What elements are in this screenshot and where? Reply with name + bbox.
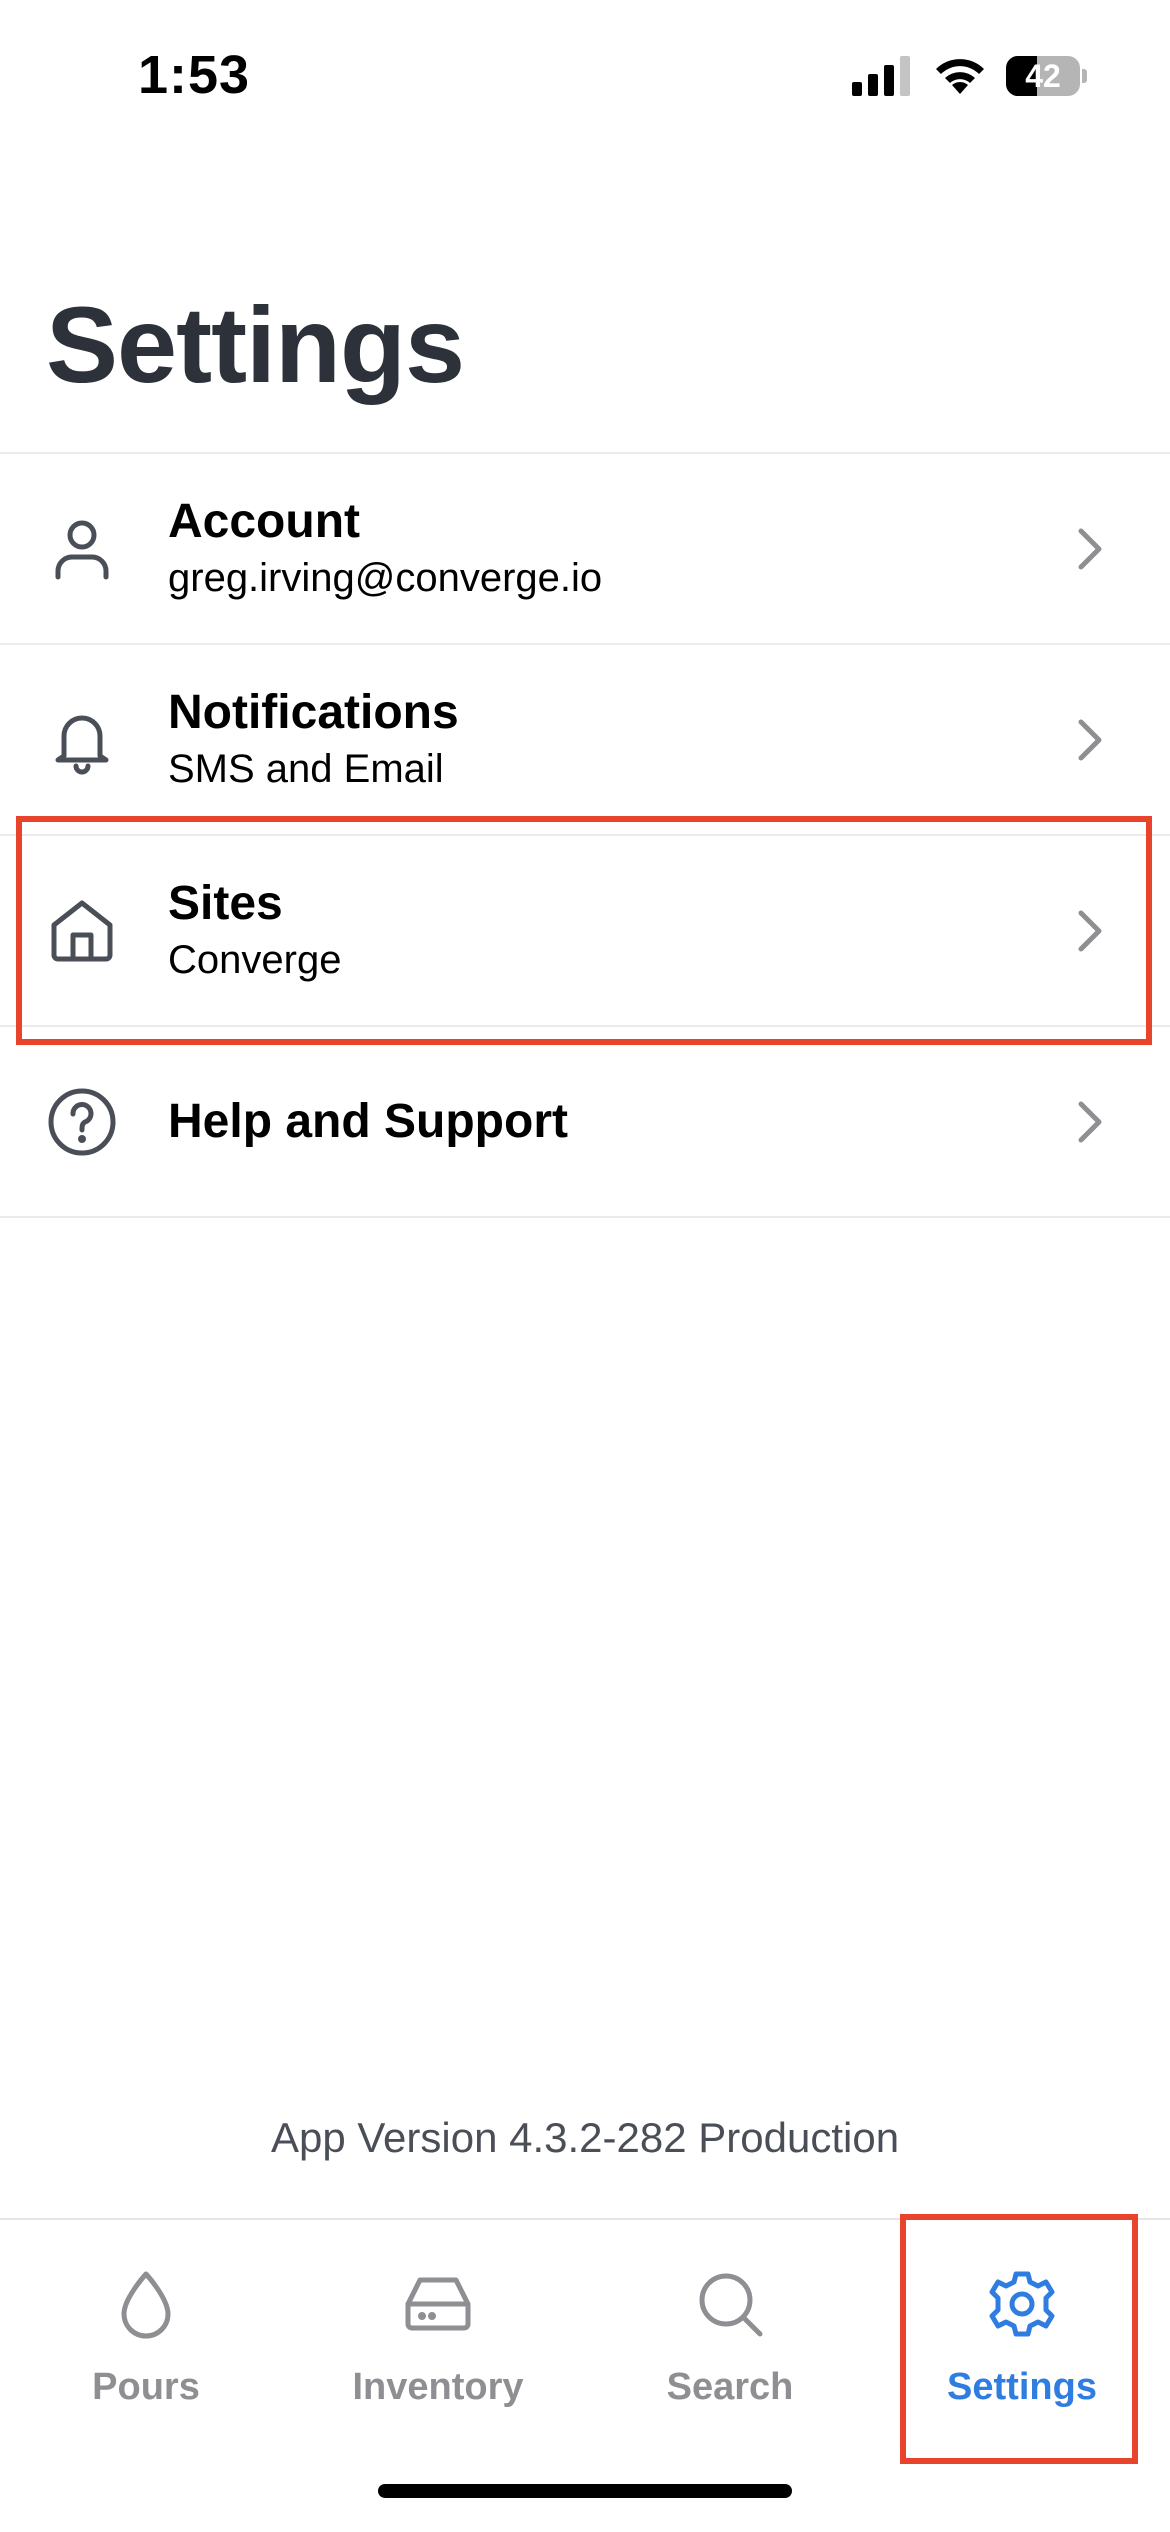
settings-row-notifications[interactable]: Notifications SMS and Email [0,645,1170,836]
chevron-right-icon [1078,1101,1102,1142]
cellular-signal-icon [852,56,910,96]
search-icon [699,2273,763,2337]
home-indicator [378,2484,792,2498]
tab-search-label: Search [666,2366,794,2408]
tab-inventory[interactable]: Inventory [292,2268,584,2409]
wifi-icon [936,59,984,94]
tab-inventory-label: Inventory [352,2366,524,2408]
notifications-title: Notifications [168,685,459,739]
drop-icon [121,2271,171,2339]
battery-icon: 42 [1006,56,1087,96]
account-title: Account [168,494,360,548]
status-time: 1:53 [138,45,251,105]
highlight-box-settings-tab [900,2214,1138,2464]
bell-icon [55,715,109,774]
chevron-right-icon [1078,719,1102,760]
chevron-right-icon [1078,528,1102,569]
settings-row-help[interactable]: Help and Support [0,1027,1170,1218]
tab-pours[interactable]: Pours [0,2268,292,2409]
status-bar: 1:53 42 [0,0,1170,150]
tab-search[interactable]: Search [584,2268,876,2409]
page-title: Settings [46,284,465,405]
battery-level: 42 [1025,58,1061,94]
person-icon [55,520,109,579]
tab-pours-label: Pours [92,2366,200,2408]
help-title: Help and Support [168,1094,568,1148]
highlight-box-sites [16,816,1152,1045]
settings-row-account[interactable]: Account greg.irving@converge.io [0,454,1170,645]
account-email: greg.irving@converge.io [168,555,603,600]
question-circle-icon [48,1088,116,1155]
hard-drive-icon [405,2277,471,2331]
app-version: App Version 4.3.2-282 Production [270,2114,900,2161]
notifications-subtitle: SMS and Email [168,746,444,791]
